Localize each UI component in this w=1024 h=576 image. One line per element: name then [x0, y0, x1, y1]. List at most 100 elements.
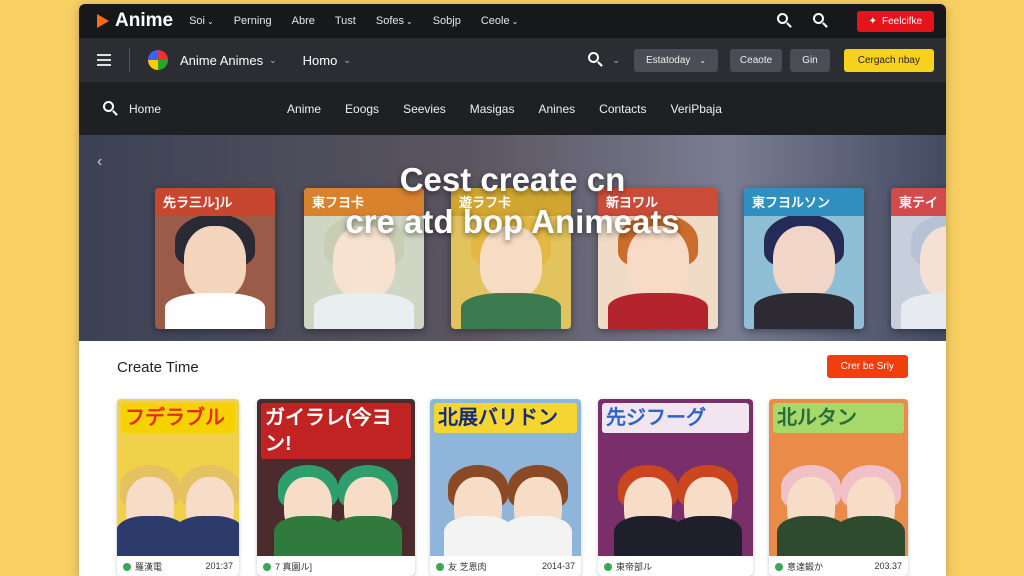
top-menu-item-label: Sofes [375, 15, 404, 27]
cover-author-text: 東帝部ル [616, 561, 653, 572]
chevron-down-icon: ⌄ [511, 17, 519, 26]
cover-author-text: 7 真園ル] [275, 561, 313, 572]
search-icon[interactable] [588, 52, 604, 68]
character-body [671, 516, 742, 556]
search-icon[interactable] [776, 13, 793, 29]
manga-cover-title: 先ジフーグ [602, 403, 749, 433]
top-menu-item[interactable]: Tust [335, 15, 356, 27]
cover-date: 203.37 [874, 561, 902, 571]
character-body [165, 293, 265, 329]
menu-link[interactable]: VeriPbaja [671, 102, 722, 116]
top-menu-item-label: Tust [334, 15, 356, 27]
top-menu-item[interactable]: Ceole ⌄ [481, 15, 518, 27]
cover-date: 2014-37 [541, 561, 575, 571]
home-label: Home [129, 101, 162, 116]
manga-cover-title: ガイラレ(今ヨン! [261, 403, 411, 459]
chevron-down-icon: ⌄ [699, 55, 706, 65]
top-cta-label: Feelcifke [881, 15, 922, 27]
manga-cover-meta: 意達鍛か 203.37 [769, 556, 908, 576]
search-alt-icon[interactable] [812, 13, 829, 29]
manga-cover[interactable]: 先ジフーグ東帝部ル [598, 399, 753, 576]
chevron-down-icon[interactable]: ⌄ [343, 55, 351, 66]
hero-title-line-2: cre atd bop Animeats [345, 203, 680, 240]
top-menu-item[interactable]: Perning [234, 15, 272, 27]
top-menu-item[interactable]: Abre [292, 15, 315, 27]
top-bar: Anime Soi ⌄ Perning Abre Tust Sofes ⌄ Sobjp Ceol… [79, 4, 946, 38]
manga-cover[interactable]: 北ルタン意達鍛か 203.37 [769, 399, 908, 576]
chevron-down-icon[interactable]: ⌄ [612, 55, 620, 66]
manga-cover-title: フデラブル [121, 403, 235, 433]
hero-title: Cest create cn cre atd bop Animeats [79, 159, 946, 243]
menu-link[interactable]: Contacts [599, 102, 646, 116]
menu-links: Anime Eoogs Seevies Masigas Anines Contacts Ve… [287, 102, 722, 116]
status-dot-icon [604, 563, 612, 572]
browser-window: Anime Soi ⌄ Perning Abre Tust Sofes ⌄ Sobjp Ceol… [79, 4, 946, 576]
home-link[interactable]: Home [103, 100, 162, 117]
status-dot-icon [436, 563, 444, 572]
character-body [332, 516, 402, 556]
top-menu-item-label: Sobjp [432, 15, 461, 27]
site-logo[interactable]: Anime [97, 10, 173, 32]
manga-cover-title: 北ルタン [773, 403, 904, 433]
create-time-section: Create Time Crer be Sriy フデラブル 羅漢電 201:37 ガ… [79, 341, 946, 576]
character-body [901, 293, 946, 329]
character-body [174, 516, 239, 556]
character-body [754, 293, 854, 329]
status-dot-icon [263, 563, 271, 572]
cover-author: 友 芝恩肉 [436, 560, 487, 573]
hero-banner: ‹ Cest create cn cre atd bop Animeats 先ラ… [79, 135, 946, 341]
date-dropdown[interactable]: Estatoday ⌄ [633, 48, 718, 72]
brand-name[interactable]: Anime Animes [180, 53, 263, 68]
cover-author: 羅漢電 [123, 560, 162, 573]
character-body [314, 293, 414, 329]
character-body [608, 293, 708, 329]
menu-link[interactable]: Anime [287, 102, 321, 116]
create-button[interactable]: Ceaote [729, 48, 783, 72]
play-logo-icon [97, 14, 109, 28]
top-menu-item[interactable]: Sofes ⌄ [376, 15, 413, 27]
manga-cover-meta: 7 真園ル] [257, 556, 415, 576]
manga-cover-meta: 羅漢電 201:37 [117, 556, 239, 576]
nav-bar: Anime Animes ⌄ Homo ⌄ ⌄ Estatoday ⌄ Ceao… [79, 38, 946, 82]
chevron-down-icon: ⌄ [206, 17, 214, 26]
top-menu: Soi ⌄ Perning Abre Tust Sofes ⌄ Sobjp Ceole ⌄ [189, 15, 518, 27]
bolt-icon: ✦ [868, 15, 877, 27]
menu-bar: Home Anime Eoogs Seevies Masigas Anines Conta… [79, 82, 946, 135]
top-menu-item-label: Soi [189, 15, 205, 27]
divider [129, 48, 130, 72]
home-dropdown[interactable]: Homo [303, 53, 338, 68]
cover-author-text: 友 芝恩肉 [448, 561, 487, 572]
top-menu-item-label: Abre [291, 15, 315, 27]
top-menu-item[interactable]: Sobjp [433, 15, 461, 27]
top-cta-button[interactable]: ✦ Feelcifke [856, 10, 934, 32]
nav-cta-button[interactable]: Cergach nbay [843, 48, 934, 72]
menu-link[interactable]: Anines [538, 102, 575, 116]
sign-button[interactable]: Gin [790, 48, 830, 72]
menu-link[interactable]: Seevies [403, 102, 446, 116]
chevron-down-icon: ⌄ [406, 17, 413, 26]
brand-logo-icon [148, 50, 168, 70]
date-dropdown-label: Estatoday [645, 54, 691, 66]
chevron-down-icon[interactable]: ⌄ [269, 55, 277, 66]
character-body [461, 293, 561, 329]
cover-author-text: 意達鍛か [787, 561, 824, 572]
manga-cover-title: 北展バリドン [434, 403, 577, 433]
cover-author: 東帝部ル [604, 560, 652, 573]
menu-link[interactable]: Eoogs [345, 102, 379, 116]
section-action-button[interactable]: Crer be Sriy [826, 355, 908, 378]
manga-cover[interactable]: フデラブル羅漢電 201:37 [117, 399, 239, 576]
character-body [501, 516, 572, 556]
top-menu-item[interactable]: Soi ⌄ [189, 15, 214, 27]
menu-link[interactable]: Masigas [470, 102, 515, 116]
menu-icon[interactable] [97, 54, 111, 66]
search-icon [103, 100, 119, 117]
manga-cover-meta: 友 芝恩肉 2014-37 [430, 556, 581, 576]
top-menu-item-label: Perning [233, 15, 272, 27]
cover-author: 7 真園ル] [263, 560, 312, 573]
manga-cover[interactable]: 北展バリドン友 芝恩肉 2014-37 [430, 399, 581, 576]
status-dot-icon [123, 563, 131, 572]
section-title: Create Time [117, 359, 199, 376]
cover-author-text: 羅漢電 [135, 561, 163, 572]
top-menu-item-label: Ceole [480, 15, 510, 27]
manga-cover[interactable]: ガイラレ(今ヨン! 7 真園ル] [257, 399, 415, 576]
